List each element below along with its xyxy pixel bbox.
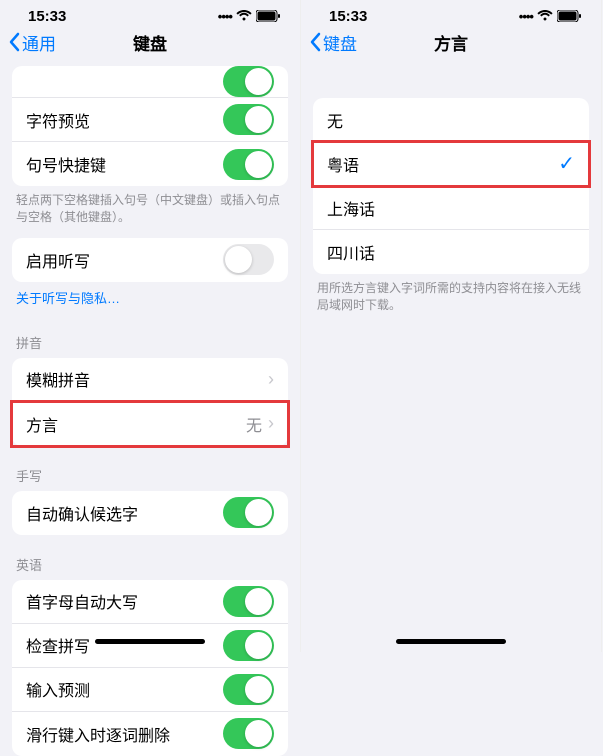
row-enable-dictation[interactable]: 启用听写 [12, 238, 288, 282]
status-bar: 15:33 •••• [301, 0, 601, 20]
row-label: 模糊拼音 [26, 367, 90, 391]
list-dialect-options: 无 粤语 ✓ 上海话 四川话 [313, 98, 589, 274]
option-cantonese[interactable]: 粤语 ✓ [313, 142, 589, 186]
row-label: 字符预览 [26, 108, 90, 132]
row-slide-delete-by-word[interactable]: 滑行键入时逐词删除 [12, 712, 288, 756]
home-indicator[interactable] [396, 639, 506, 644]
group-dictation: 启用听写 关于听写与隐私… [0, 238, 300, 313]
row-auto-capitalize[interactable]: 首字母自动大写 [12, 580, 288, 624]
group-footer: 用所选方言键入字词所需的支持内容将在接入无线局域网时下载。 [301, 274, 601, 320]
home-indicator[interactable] [95, 639, 205, 644]
nav-title: 方言 [434, 30, 468, 55]
nav-bar: 键盘 方言 [301, 20, 601, 64]
option-shanghainese[interactable]: 上海话 [313, 186, 589, 230]
row-label: 句号快捷键 [26, 152, 106, 176]
group-header: 手写 [0, 452, 300, 491]
chevron-left-icon [309, 32, 321, 52]
row-label: 首字母自动大写 [26, 589, 138, 613]
nav-bar: 通用 键盘 [0, 20, 300, 64]
back-label: 键盘 [323, 30, 357, 55]
row-value: 无 [246, 412, 262, 436]
row-label: 自动确认候选字 [26, 501, 138, 525]
screen-keyboard-settings: 15:33 •••• 通用 键盘 字符预览 句号快捷键 [0, 0, 301, 652]
row-check-spelling[interactable]: 检查拼写 [12, 624, 288, 668]
row-period-shortcut[interactable]: 句号快捷键 [12, 142, 288, 186]
chevron-right-icon: › [268, 413, 274, 434]
group-header: 英语 [0, 541, 300, 580]
option-label: 粤语 [327, 152, 359, 176]
group-header: 拼音 [0, 319, 300, 358]
status-bar: 15:33 •••• [0, 0, 300, 20]
row-label: 滑行键入时逐词删除 [26, 722, 170, 746]
group-english: 英语 首字母自动大写 检查拼写 输入预测 滑行键入时逐词删除 [0, 541, 300, 756]
list-english: 首字母自动大写 检查拼写 输入预测 滑行键入时逐词删除 [12, 580, 288, 756]
row-partial[interactable] [12, 66, 288, 98]
row-auto-confirm-candidate[interactable]: 自动确认候选字 [12, 491, 288, 535]
screen-dialect: 15:33 •••• 键盘 方言 无 粤语 ✓ 上海话 四川话 [301, 0, 602, 652]
toggle-character-preview[interactable] [223, 104, 274, 135]
row-label: 检查拼写 [26, 633, 90, 657]
group-handwriting: 手写 自动确认候选字 [0, 452, 300, 535]
row-dialect[interactable]: 方言 无 › [12, 402, 288, 446]
group-pinyin: 拼音 模糊拼音 › 方言 无 › [0, 319, 300, 446]
chevron-right-icon: › [268, 369, 274, 390]
toggle-slide-delete[interactable] [223, 718, 274, 749]
back-button[interactable]: 通用 [8, 30, 56, 55]
row-predictive[interactable]: 输入预测 [12, 668, 288, 712]
dictation-privacy-link[interactable]: 关于听写与隐私… [0, 282, 300, 313]
toggle-predictive[interactable] [223, 674, 274, 705]
option-label: 上海话 [327, 196, 375, 220]
toggle-auto-capitalize[interactable] [223, 586, 274, 617]
option-label: 无 [327, 108, 343, 132]
toggle-check-spelling[interactable] [223, 630, 274, 661]
list-dictation: 启用听写 [12, 238, 288, 282]
row-label: 输入预测 [26, 677, 90, 701]
back-button[interactable]: 键盘 [309, 30, 357, 55]
checkmark-icon: ✓ [558, 151, 575, 176]
row-character-preview[interactable]: 字符预览 [12, 98, 288, 142]
list-pinyin: 模糊拼音 › 方言 无 › [12, 358, 288, 446]
row-fuzzy-pinyin[interactable]: 模糊拼音 › [12, 358, 288, 402]
row-label: 方言 [26, 412, 58, 436]
toggle-period-shortcut[interactable] [223, 149, 274, 180]
group-dialect-options: 无 粤语 ✓ 上海话 四川话 用所选方言键入字词所需的支持内容将在接入无线局域网… [301, 98, 601, 320]
toggle-auto-confirm[interactable] [223, 497, 274, 528]
chevron-left-icon [8, 32, 20, 52]
group-top: 字符预览 句号快捷键 轻点两下空格键插入句号（中文键盘）或插入句点与空格（其他键… [0, 66, 300, 232]
group-footer: 轻点两下空格键插入句号（中文键盘）或插入句点与空格（其他键盘）。 [0, 186, 300, 232]
list-top: 字符预览 句号快捷键 [12, 66, 288, 186]
option-sichuanese[interactable]: 四川话 [313, 230, 589, 274]
toggle-dictation[interactable] [223, 244, 274, 275]
nav-title: 键盘 [133, 30, 167, 55]
toggle[interactable] [223, 66, 274, 97]
list-handwriting: 自动确认候选字 [12, 491, 288, 535]
row-label: 启用听写 [26, 248, 90, 272]
option-none[interactable]: 无 [313, 98, 589, 142]
option-label: 四川话 [327, 240, 375, 264]
back-label: 通用 [22, 30, 56, 55]
